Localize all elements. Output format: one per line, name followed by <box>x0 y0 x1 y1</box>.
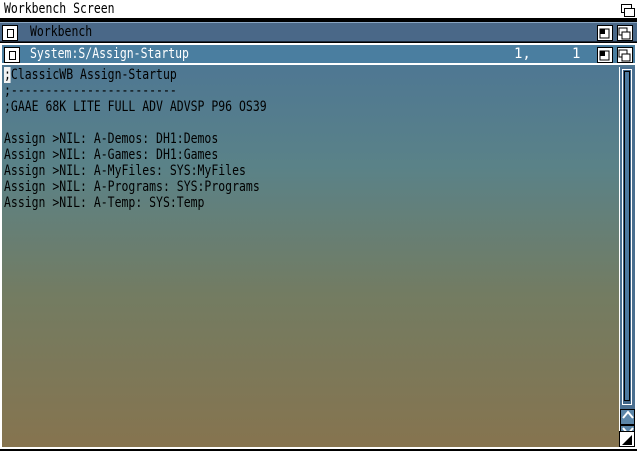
workbench-close-icon[interactable] <box>2 25 18 41</box>
vertical-scrollbar[interactable] <box>619 67 635 447</box>
document-line: ;------------------------ <box>4 83 177 99</box>
editor-window: System:S/Assign-Startup 1, 1 ;ClassicWB … <box>0 43 637 449</box>
editor-depth-icon[interactable] <box>617 47 633 63</box>
document-line: Assign >NIL: A-Programs: SYS:Programs <box>4 179 260 195</box>
workbench-window-title-bar[interactable]: Workbench <box>0 22 637 42</box>
document-line: Assign >NIL: A-Demos: DH1:Demos <box>4 131 219 147</box>
editor-window-title-bar[interactable]: System:S/Assign-Startup 1, 1 <box>2 45 635 65</box>
text-editor-area[interactable]: ;ClassicWB Assign-Startup ;-------------… <box>4 67 618 445</box>
document-line: Assign >NIL: A-Temp: SYS:Temp <box>4 195 205 211</box>
document-line: ;GAAE 68K LITE FULL ADV ADVSP P96 OS39 <box>4 99 267 115</box>
editor-zoom-icon[interactable] <box>597 47 613 63</box>
editor-close-icon[interactable] <box>4 47 20 63</box>
cursor-column-number: 1 <box>572 46 581 62</box>
document-line: Assign >NIL: A-Games: DH1:Games <box>4 147 219 163</box>
screen-depth-icon[interactable] <box>619 2 635 18</box>
scroll-track[interactable] <box>622 69 632 405</box>
up-arrow-icon[interactable] <box>620 409 635 425</box>
workbench-window-title: Workbench <box>30 24 93 40</box>
document-line: Assign >NIL: A-MyFiles: SYS:MyFiles <box>4 163 246 179</box>
document-line: ;ClassicWB Assign-Startup <box>4 67 177 83</box>
cursor-line-number: 1, <box>514 46 531 62</box>
workbench-depth-icon[interactable] <box>617 25 633 41</box>
workbench-zoom-icon[interactable] <box>597 25 613 41</box>
screen-title: Workbench Screen <box>4 1 115 17</box>
editor-window-title: System:S/Assign-Startup <box>30 46 189 62</box>
resize-icon[interactable] <box>619 431 635 447</box>
screen-title-bar[interactable]: Workbench Screen <box>0 0 637 20</box>
scroll-knob[interactable] <box>624 71 630 401</box>
